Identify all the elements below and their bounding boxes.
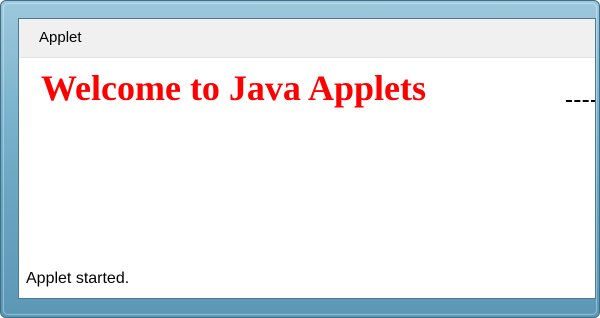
applet-viewer-window: Applet Welcome to Java Applets Applet st… (0, 0, 600, 318)
status-text: Applet started. (26, 270, 130, 287)
status-bar: Applet started. (19, 262, 595, 298)
dashed-line (566, 100, 595, 102)
window-client-area: Applet Welcome to Java Applets Applet st… (18, 18, 596, 299)
menu-item-applet[interactable]: Applet (38, 29, 83, 46)
welcome-message: Welcome to Java Applets (41, 68, 426, 108)
applet-canvas: Welcome to Java Applets (19, 58, 595, 258)
menu-bar: Applet (19, 19, 595, 58)
